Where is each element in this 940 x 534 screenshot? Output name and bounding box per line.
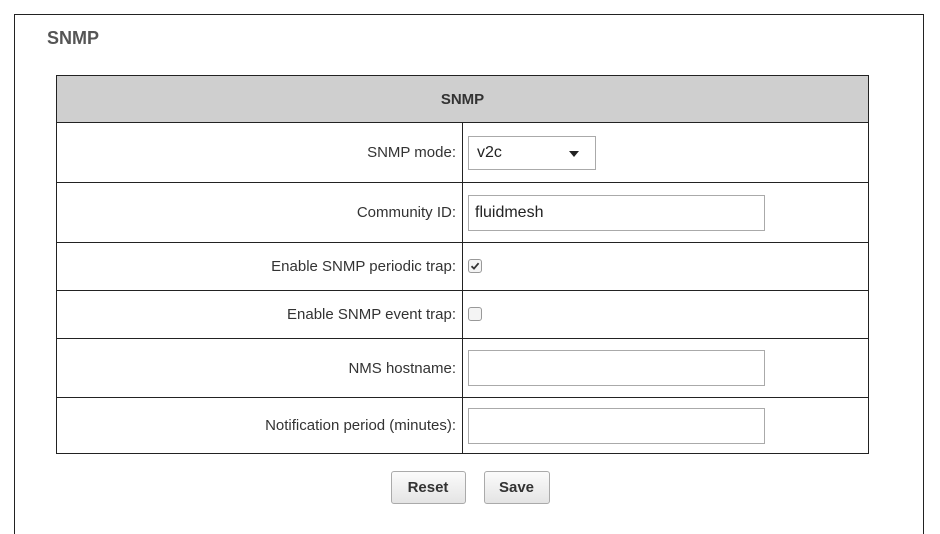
table-row: Notification period (minutes): [56,397,869,454]
chevron-down-icon [569,150,579,157]
notification-period-field[interactable] [468,407,765,444]
event-trap-label: Enable SNMP event trap: [56,290,463,339]
community-id-label: Community ID: [56,182,463,243]
table-row: Community ID: [56,182,869,243]
table-row: NMS hostname: [56,338,869,398]
reset-button[interactable]: Reset [390,471,466,504]
community-id-field[interactable] [468,194,765,231]
periodic-trap-checkbox[interactable] [468,259,482,274]
snmp-settings-table: SNMP SNMP mode: v2c Community ID: Enable… [56,75,869,454]
table-row: Enable SNMP periodic trap: [56,242,869,291]
periodic-trap-label: Enable SNMP periodic trap: [56,242,463,291]
snmp-mode-label: SNMP mode: [56,122,463,183]
snmp-mode-select[interactable]: v2c [468,135,596,170]
nms-hostname-field[interactable] [468,350,765,386]
snmp-mode-value: v2c [477,143,502,161]
table-header: SNMP [56,75,869,123]
check-icon [470,262,480,271]
table-row: SNMP mode: v2c [56,122,869,183]
save-button[interactable]: Save [483,471,550,504]
section-title: SNMP [47,28,100,48]
notification-period-label: Notification period (minutes): [56,397,463,454]
event-trap-checkbox[interactable] [468,307,482,322]
nms-hostname-label: NMS hostname: [56,338,463,398]
button-bar: Reset Save [0,471,940,504]
table-row: Enable SNMP event trap: [56,290,869,339]
